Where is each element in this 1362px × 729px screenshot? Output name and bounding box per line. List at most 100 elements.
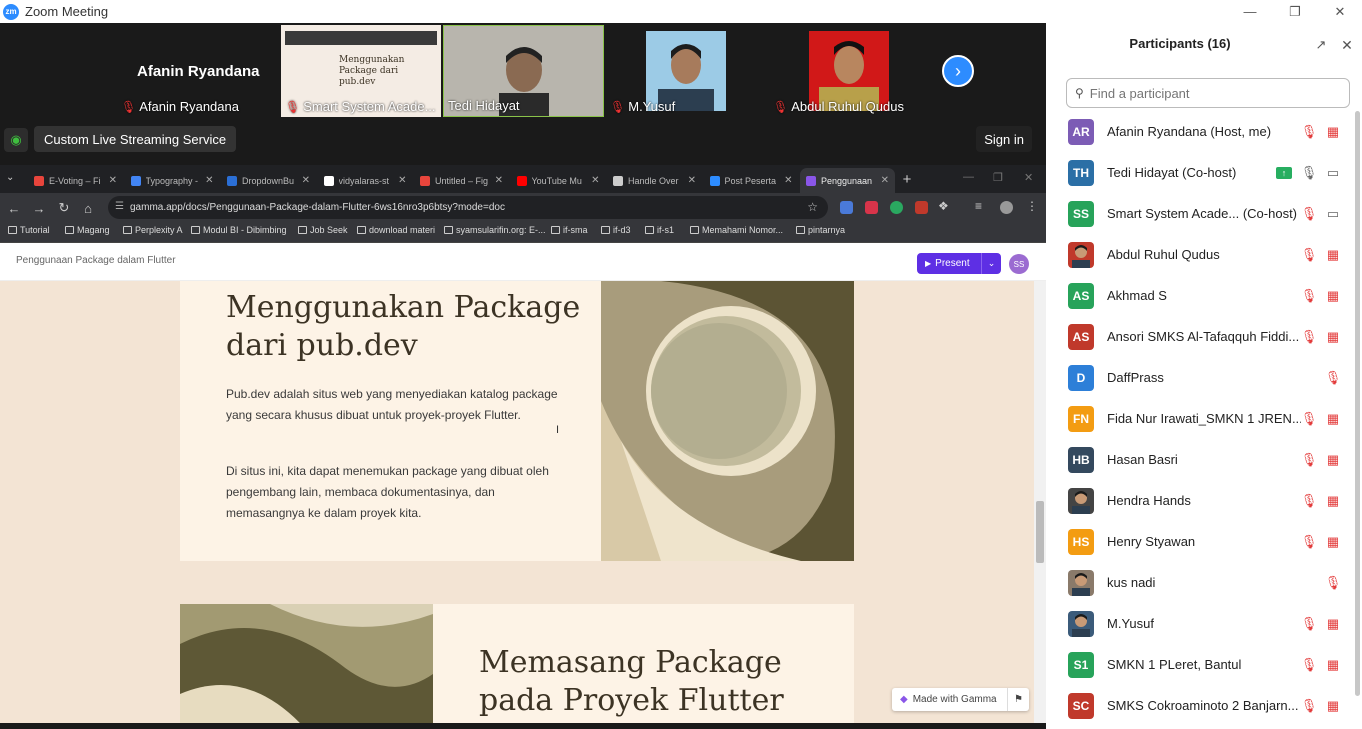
bookmark-item[interactable]: Tutorial bbox=[8, 225, 50, 235]
bookmark-item[interactable]: if-s1 bbox=[645, 225, 674, 235]
mic-muted-icon[interactable]: 🎙︎ bbox=[1324, 369, 1342, 387]
extension-icon[interactable] bbox=[915, 201, 928, 214]
next-page-button[interactable]: › bbox=[942, 55, 974, 87]
bookmark-item[interactable]: if-d3 bbox=[601, 225, 631, 235]
close-tab-icon[interactable]: ✕ bbox=[688, 175, 696, 186]
home-icon[interactable]: ⌂ bbox=[78, 198, 98, 218]
mic-muted-icon[interactable]: 🎙︎ bbox=[1300, 287, 1318, 305]
bookmark-star-icon[interactable]: ☆ bbox=[807, 200, 818, 214]
browser-tab[interactable]: Untitled – Fig ✕ bbox=[414, 168, 509, 193]
participant-scrollbar[interactable] bbox=[1354, 111, 1362, 729]
close-icon[interactable]: ✕ bbox=[1317, 0, 1362, 23]
maximize-icon[interactable]: ❐ bbox=[1272, 0, 1318, 23]
mic-muted-icon[interactable]: 🎙︎ bbox=[1300, 697, 1318, 715]
participant-row[interactable]: D DaffPrass 🎙︎ bbox=[1046, 357, 1354, 398]
video-off-icon[interactable]: ▦ bbox=[1324, 328, 1342, 346]
browser-minimize-icon[interactable]: — bbox=[963, 171, 974, 183]
back-icon[interactable]: ← bbox=[4, 198, 24, 218]
close-tab-icon[interactable]: ✕ bbox=[784, 175, 792, 186]
chevron-down-icon[interactable]: ⌄ bbox=[981, 253, 1001, 274]
browser-maximize-icon[interactable]: ❐ bbox=[993, 171, 1003, 184]
made-with-gamma-badge[interactable]: ◆ Made with Gamma ⚑ bbox=[892, 688, 1029, 711]
close-tab-icon[interactable]: ✕ bbox=[881, 175, 889, 186]
participant-row[interactable]: M.Yusuf 🎙︎ ▦ bbox=[1046, 603, 1354, 644]
video-off-icon[interactable]: ▦ bbox=[1324, 287, 1342, 305]
browser-tab[interactable]: vidyalaras-st ✕ bbox=[318, 168, 413, 193]
doc-scrollbar[interactable] bbox=[1034, 281, 1046, 723]
site-info-icon[interactable]: ☰ bbox=[115, 201, 124, 212]
browser-tab[interactable]: DropdownBu ✕ bbox=[221, 168, 316, 193]
browser-tab[interactable]: YouTube Mu ✕ bbox=[511, 168, 606, 193]
browser-tab[interactable]: Penggunaan ✕ bbox=[800, 168, 895, 193]
browser-close-icon[interactable]: ✕ bbox=[1024, 171, 1033, 184]
participant-row[interactable]: HB Hasan Basri 🎙︎ ▦ bbox=[1046, 439, 1354, 480]
participant-row[interactable]: FN Fida Nur Irawati_SMKN 1 JREN... 🎙︎ ▦ bbox=[1046, 398, 1354, 439]
participant-row[interactable]: AS Akhmad S 🎙︎ ▦ bbox=[1046, 275, 1354, 316]
mic-muted-icon[interactable]: 🎙︎ bbox=[1300, 410, 1318, 428]
tab-search-icon[interactable]: ⌄ bbox=[6, 172, 14, 183]
close-tab-icon[interactable]: ✕ bbox=[302, 175, 310, 186]
mic-muted-icon[interactable]: 🎙︎ bbox=[1300, 533, 1318, 551]
participant-row[interactable]: kus nadi 🎙︎ bbox=[1046, 562, 1354, 603]
mic-muted-icon[interactable]: 🎙︎ bbox=[1300, 615, 1318, 633]
close-tab-icon[interactable]: ✕ bbox=[398, 175, 406, 186]
avatar[interactable]: SS bbox=[1009, 254, 1029, 274]
extension-icon[interactable] bbox=[890, 201, 903, 214]
browser-tab[interactable]: Handle Over ✕ bbox=[607, 168, 702, 193]
browser-tab[interactable]: E-Voting – Fi ✕ bbox=[28, 168, 123, 193]
mic-muted-icon[interactable]: 🎙︎ bbox=[1300, 328, 1318, 346]
video-off-icon[interactable]: ▦ bbox=[1324, 451, 1342, 469]
menu-icon[interactable]: ⋮ bbox=[1026, 199, 1038, 213]
video-icon[interactable]: ▭ bbox=[1324, 205, 1342, 223]
puzzle-icon[interactable]: ❖ bbox=[938, 199, 949, 213]
bookmark-item[interactable]: Job Seek bbox=[298, 225, 348, 235]
participant-row[interactable]: Abdul Ruhul Qudus 🎙︎ ▦ bbox=[1046, 234, 1354, 275]
live-stream-icon[interactable]: ◉ bbox=[4, 128, 28, 152]
extension-icon[interactable] bbox=[840, 201, 853, 214]
participant-row[interactable]: AS Ansori SMKS Al-Tafaqquh Fiddi... 🎙︎ ▦ bbox=[1046, 316, 1354, 357]
video-off-icon[interactable]: ▦ bbox=[1324, 123, 1342, 141]
close-tab-icon[interactable]: ✕ bbox=[495, 175, 503, 186]
video-tile-active[interactable]: Tedi Hidayat bbox=[443, 25, 604, 117]
profile-avatar[interactable] bbox=[1000, 201, 1013, 214]
minimize-icon[interactable]: — bbox=[1227, 0, 1273, 23]
video-off-icon[interactable]: ▦ bbox=[1324, 697, 1342, 715]
bookmark-item[interactable]: Memahami Nomor... bbox=[690, 225, 783, 235]
participant-row[interactable]: AR Afanin Ryandana (Host, me) 🎙︎ ▦ bbox=[1046, 111, 1354, 152]
participant-row[interactable]: SS Smart System Acade... (Co-host) 🎙︎ ▭ bbox=[1046, 193, 1354, 234]
reload-icon[interactable]: ↻ bbox=[54, 198, 74, 218]
mic-muted-icon[interactable]: 🎙︎ bbox=[1300, 123, 1318, 141]
video-tile-speaker[interactable]: Afanin Ryandana 🎙︎ Afanin Ryandana bbox=[117, 25, 278, 117]
live-streaming-button[interactable]: Custom Live Streaming Service bbox=[34, 126, 237, 152]
participant-row[interactable]: Hendra Hands 🎙︎ ▦ bbox=[1046, 480, 1354, 521]
forward-icon[interactable]: → bbox=[29, 198, 49, 218]
mic-muted-icon[interactable]: 🎙︎ bbox=[1300, 205, 1318, 223]
video-off-icon[interactable]: ▦ bbox=[1324, 410, 1342, 428]
close-panel-icon[interactable]: ✕ bbox=[1338, 36, 1356, 54]
mic-muted-icon[interactable]: 🎙︎ bbox=[1300, 656, 1318, 674]
mic-muted-icon[interactable]: 🎙︎ bbox=[1324, 574, 1342, 592]
address-bar[interactable]: ☰ gamma.app/docs/Penggunaan-Package-dala… bbox=[108, 196, 828, 219]
close-tab-icon[interactable]: ✕ bbox=[205, 175, 213, 186]
bookmark-item[interactable]: if-sma bbox=[551, 225, 588, 235]
bookmark-item[interactable]: pintarnya bbox=[796, 225, 845, 235]
new-tab-button[interactable]: + bbox=[898, 170, 916, 188]
video-tile-myusuf[interactable]: 🎙︎ M.Yusuf bbox=[606, 25, 766, 117]
mic-muted-icon[interactable]: 🎙︎ bbox=[1300, 451, 1318, 469]
mic-icon[interactable]: 🎙︎ bbox=[1300, 164, 1318, 182]
popout-icon[interactable]: ↗ bbox=[1312, 36, 1330, 54]
video-off-icon[interactable]: ▦ bbox=[1324, 492, 1342, 510]
extension-icon[interactable] bbox=[865, 201, 878, 214]
bookmark-item[interactable]: Perplexity A bbox=[123, 225, 183, 235]
bookmark-item[interactable]: syamsularifin.org: E-... bbox=[444, 225, 546, 235]
video-off-icon[interactable]: ▦ bbox=[1324, 615, 1342, 633]
participant-row[interactable]: TH Tedi Hidayat (Co-host) ↑ 🎙︎ ▭ bbox=[1046, 152, 1354, 193]
video-off-icon[interactable]: ▦ bbox=[1324, 246, 1342, 264]
browser-tab[interactable]: Typography - ✕ bbox=[125, 168, 220, 193]
close-tab-icon[interactable]: ✕ bbox=[109, 175, 117, 186]
mic-muted-icon[interactable]: 🎙︎ bbox=[1300, 246, 1318, 264]
participant-search[interactable]: ⚲ bbox=[1066, 78, 1350, 108]
search-input[interactable] bbox=[1089, 85, 1330, 101]
bookmark-item[interactable]: download materi bbox=[357, 225, 435, 235]
flag-icon[interactable]: ⚑ bbox=[1007, 688, 1029, 711]
